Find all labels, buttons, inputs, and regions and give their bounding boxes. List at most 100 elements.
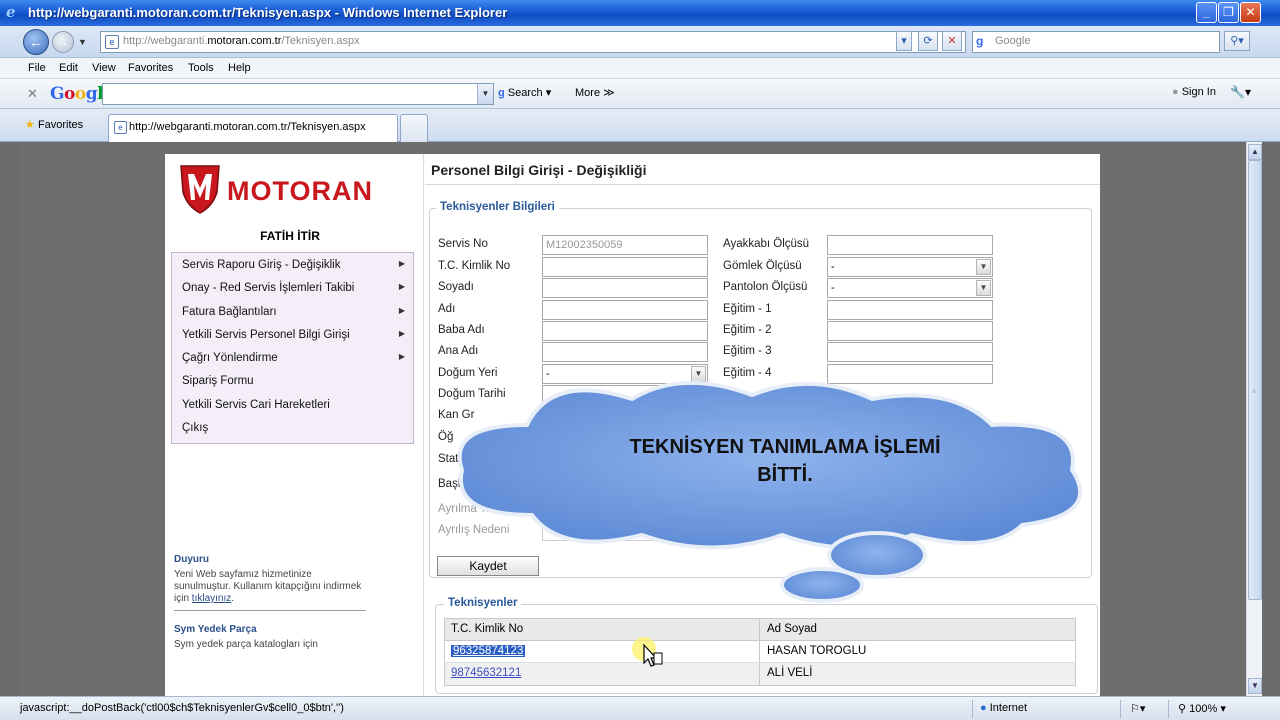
menu-edit[interactable]: Edit: [59, 62, 78, 74]
stop-icon[interactable]: ✕: [942, 31, 962, 51]
page-title: Personel Bilgi Girişi - Değişikliği: [431, 162, 647, 178]
callout-message: TEKNİSYEN TANIMLAMA İŞLEMİ BİTTİ.: [540, 433, 1030, 489]
soyadi-field[interactable]: [542, 278, 708, 298]
announcement-text: Yeni Web sayfamız hizmetinize sunulmuştu…: [174, 569, 364, 605]
refresh-icon[interactable]: ⟳: [918, 31, 938, 51]
table-row: 96325874123 HASAN TOROGLU: [445, 641, 1075, 663]
security-zone: ● Internet: [980, 702, 1027, 714]
tab-title: http://webgaranti.motoran.com.tr/Teknisy…: [129, 121, 366, 133]
menu-item-cikis[interactable]: Çıkış: [172, 416, 413, 439]
menu-item-label: Çağrı Yönlendirme: [182, 352, 278, 365]
menu-item-onay-red[interactable]: Onay - Red Servis İşlemleri Takibi ▶: [172, 276, 413, 299]
new-tab-button[interactable]: [400, 114, 428, 142]
menu-item-fatura[interactable]: Fatura Bağlantıları ▶: [172, 300, 413, 323]
servis-no-field[interactable]: M12002350059: [542, 235, 708, 255]
chevron-right-icon: ▶: [398, 352, 405, 362]
back-button[interactable]: ←: [23, 29, 49, 55]
menu-item-label: Servis Raporu Giriş - Değişiklik: [182, 259, 341, 271]
vertical-scrollbar[interactable]: ▲ ≡ ▼: [1246, 142, 1262, 696]
wrench-icon[interactable]: 🔧▾: [1230, 85, 1251, 99]
address-dropdown-icon[interactable]: ▾: [896, 31, 912, 51]
search-icon[interactable]: ⚲▾: [1224, 31, 1250, 51]
baba-adi-field[interactable]: [542, 321, 708, 341]
google-toolbar: ✕ Google ▼ g Search ▾ More ≫ ● Sign In 🔧…: [0, 79, 1280, 109]
favorites-button[interactable]: ★ Favorites: [25, 118, 83, 131]
chevron-down-icon: ▼: [976, 259, 991, 275]
chevron-down-icon: ▼: [976, 280, 991, 296]
gomlek-select[interactable]: - ▼: [827, 257, 993, 277]
search-placeholder: Google: [995, 35, 1031, 47]
google-icon: g: [976, 34, 984, 48]
minimize-button[interactable]: _: [1196, 2, 1217, 23]
user-icon: ●: [1172, 86, 1179, 98]
site-menu: Servis Raporu Giriş - Değişiklik ▶ Onay -…: [171, 252, 414, 444]
column-header-ad-soyad: Ad Soyad: [767, 623, 817, 635]
tab-page-icon: e: [114, 121, 127, 134]
status-text: javascript:__doPostBack('ctl00$ch$Teknis…: [20, 702, 344, 714]
toolbar-close-icon[interactable]: ✕: [27, 86, 38, 102]
tc-link[interactable]: 98745632121: [451, 667, 521, 679]
window-title-bar: e http://webgaranti.motoran.com.tr/Tekni…: [0, 0, 1280, 26]
chevron-down-icon[interactable]: ▼: [477, 84, 493, 104]
protected-mode-icon[interactable]: ⚐▾: [1130, 702, 1145, 715]
browser-tab[interactable]: e http://webgaranti.motoran.com.tr/Tekni…: [108, 114, 398, 142]
label-baba-adi: Baba Adı: [438, 324, 485, 336]
menu-item-personel-bilgi[interactable]: Yetkili Servis Personel Bilgi Girişi ▶: [172, 323, 413, 346]
motoran-shield-icon: [180, 165, 220, 214]
more-button[interactable]: More ≫: [575, 86, 615, 99]
tc-kimlik-field[interactable]: [542, 257, 708, 277]
menu-tools[interactable]: Tools: [188, 62, 214, 74]
egitim-3-field[interactable]: [827, 342, 993, 362]
google-search-input[interactable]: ▼: [102, 83, 494, 105]
manual-download-link[interactable]: tıklayınız: [192, 593, 231, 604]
window-title: http://webgaranti.motoran.com.tr/Teknisy…: [28, 5, 508, 20]
label-egitim-1: Eğitim - 1: [723, 303, 772, 315]
egitim-1-field[interactable]: [827, 300, 993, 320]
divider: [174, 610, 366, 611]
chevron-right-icon: ▶: [398, 282, 405, 292]
ayakkabi-field[interactable]: [827, 235, 993, 255]
egitim-2-field[interactable]: [827, 321, 993, 341]
ie-logo-icon: e: [6, 3, 16, 21]
label-ayakkabi: Ayakkabı Ölçüsü: [723, 238, 810, 250]
scroll-thumb[interactable]: ≡: [1248, 160, 1262, 600]
star-icon: ★: [25, 119, 35, 131]
mouse-cursor-icon: [632, 637, 663, 667]
menu-item-siparis[interactable]: Sipariş Formu: [172, 369, 413, 392]
forward-button[interactable]: →: [52, 31, 74, 53]
scroll-down-icon[interactable]: ▼: [1248, 678, 1262, 694]
menu-item-label: Sipariş Formu: [182, 375, 254, 388]
cloud-callout: [457, 381, 1083, 603]
menu-view[interactable]: View: [92, 62, 116, 74]
scroll-up-icon[interactable]: ▲: [1248, 144, 1262, 160]
restore-button[interactable]: ❐: [1218, 2, 1239, 23]
adi-field[interactable]: [542, 300, 708, 320]
zoom-value: 100%: [1189, 703, 1218, 715]
menu-item-label: Onay - Red Servis İşlemleri Takibi: [182, 282, 355, 295]
ad-soyad-cell: ALİ VELİ: [767, 667, 813, 679]
ana-adi-field[interactable]: [542, 342, 708, 362]
menu-item-servis-raporu[interactable]: Servis Raporu Giriş - Değişiklik ▶: [172, 253, 413, 276]
menu-file[interactable]: File: [28, 62, 46, 74]
address-field[interactable]: e http://webgaranti.motoran.com.tr/Tekni…: [100, 31, 966, 53]
label-ana-adi: Ana Adı: [438, 345, 479, 357]
chevron-right-icon: ▶: [398, 305, 405, 315]
google-search-button[interactable]: g Search ▾: [498, 86, 551, 99]
tc-link[interactable]: 96325874123: [451, 645, 526, 657]
globe-icon: ●: [980, 702, 987, 714]
sign-in-label: Sign In: [1181, 86, 1216, 98]
menu-item-cagri[interactable]: Çağrı Yönlendirme ▶: [172, 346, 413, 369]
google-search-label: Search: [507, 87, 543, 99]
label-soyadi: Soyadı: [438, 281, 474, 293]
pantolon-select[interactable]: - ▼: [827, 278, 993, 298]
sign-in-button[interactable]: ● Sign In: [1172, 86, 1216, 98]
search-box[interactable]: g Google: [972, 31, 1220, 53]
menu-favorites[interactable]: Favorites: [128, 62, 173, 74]
zoom-level[interactable]: ⚲ 100% ▾: [1178, 702, 1226, 715]
close-button[interactable]: ✕: [1240, 2, 1261, 23]
recent-pages-dropdown-icon[interactable]: ▼: [78, 37, 87, 47]
label-tc-kimlik: T.C. Kimlik No: [438, 260, 511, 272]
menu-item-cari[interactable]: Yetkili Servis Cari Hareketleri: [172, 393, 413, 416]
menu-help[interactable]: Help: [228, 62, 251, 74]
ad-soyad-cell: HASAN TOROGLU: [767, 645, 867, 657]
